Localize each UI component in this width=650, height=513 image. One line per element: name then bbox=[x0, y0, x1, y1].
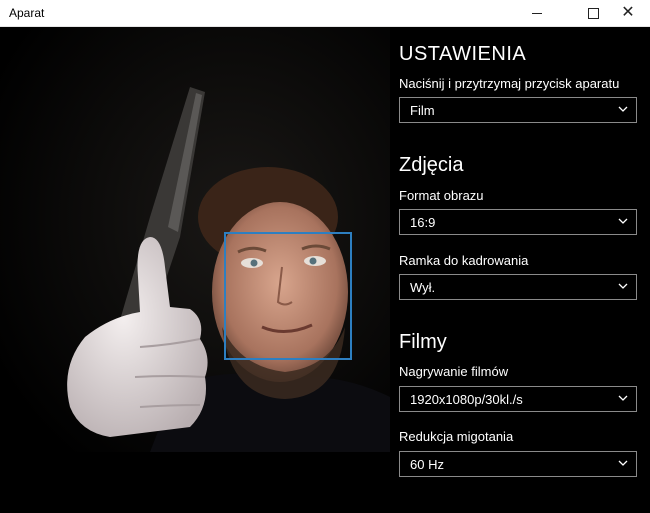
camera-preview bbox=[0, 27, 390, 452]
minimize-icon bbox=[532, 12, 542, 14]
maximize-icon bbox=[587, 7, 599, 19]
video-recording-value: 1920x1080p/30kl./s bbox=[410, 392, 523, 407]
settings-heading: USTAWIENIA bbox=[399, 43, 527, 65]
window-title: Aparat bbox=[9, 6, 45, 20]
camera-button-select[interactable]: Film bbox=[399, 97, 637, 123]
flicker-reduction-value: 60 Hz bbox=[410, 457, 444, 472]
camera-button-value: Film bbox=[410, 103, 435, 118]
chevron-down-icon bbox=[618, 393, 628, 403]
close-button[interactable]: ✕ bbox=[605, 0, 650, 26]
image-format-select[interactable]: 16:9 bbox=[399, 209, 637, 235]
face-detection-box bbox=[224, 232, 352, 360]
settings-panel: USTAWIENIA Naciśnij i przytrzymaj przyci… bbox=[390, 27, 650, 513]
chevron-down-icon bbox=[618, 458, 628, 468]
framing-grid-label: Ramka do kadrowania bbox=[399, 253, 529, 268]
photos-heading: Zdjęcia bbox=[399, 154, 464, 176]
chevron-down-icon bbox=[618, 216, 628, 226]
minimize-button[interactable] bbox=[514, 0, 560, 26]
videos-heading: Filmy bbox=[399, 331, 447, 353]
title-bar: Aparat ✕ bbox=[0, 0, 650, 27]
framing-grid-value: Wył. bbox=[410, 280, 436, 295]
camera-button-label: Naciśnij i przytrzymaj przycisk aparatu bbox=[399, 76, 620, 91]
close-icon: ✕ bbox=[621, 4, 635, 21]
chevron-down-icon bbox=[618, 281, 628, 291]
flicker-reduction-select[interactable]: 60 Hz bbox=[399, 451, 637, 477]
framing-grid-select[interactable]: Wył. bbox=[399, 274, 637, 300]
image-format-value: 16:9 bbox=[410, 215, 436, 230]
camera-app-window: Aparat ✕ USTAWIENIA Naciśnij i przytrzym… bbox=[0, 0, 650, 513]
image-format-label: Format obrazu bbox=[399, 188, 484, 203]
video-recording-select[interactable]: 1920x1080p/30kl./s bbox=[399, 386, 637, 412]
flicker-reduction-label: Redukcja migotania bbox=[399, 429, 514, 444]
chevron-down-icon bbox=[618, 104, 628, 114]
video-recording-label: Nagrywanie filmów bbox=[399, 364, 509, 379]
